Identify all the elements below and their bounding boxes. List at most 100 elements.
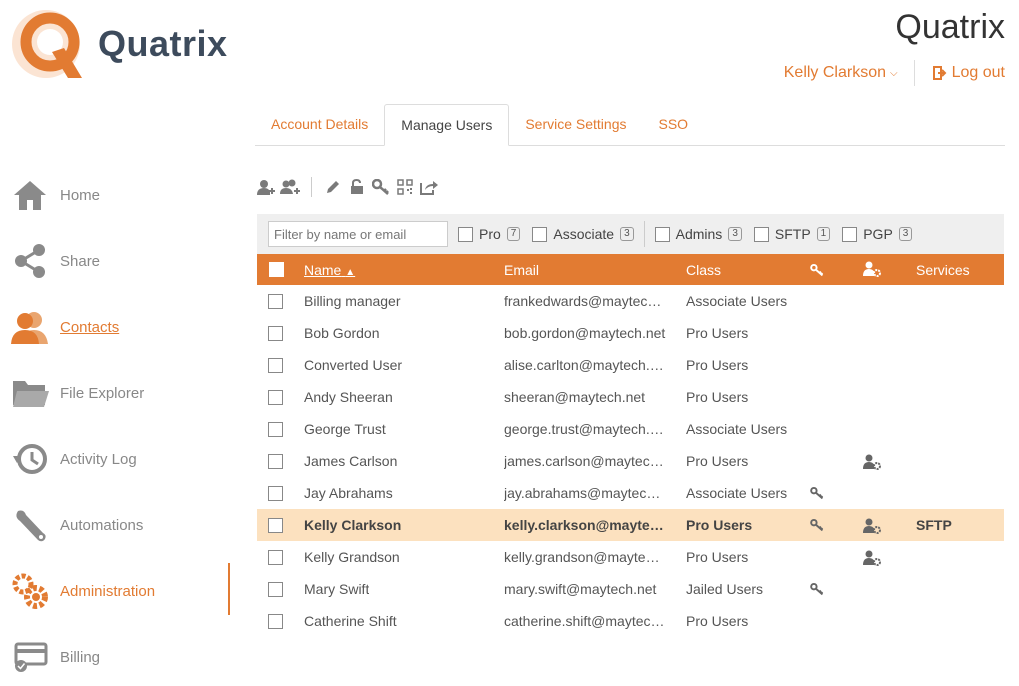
divider: [913, 60, 915, 86]
table-row[interactable]: Catherine Shift catherine.shift@maytech.n…: [257, 605, 1004, 637]
column-class-header[interactable]: Class: [686, 262, 721, 278]
tab-sso[interactable]: SSO: [643, 104, 705, 146]
user-gear-icon: [863, 454, 881, 473]
sidebar-item-administration[interactable]: Administration: [0, 558, 230, 624]
tab-account-details[interactable]: Account Details: [255, 104, 384, 146]
row-checkbox[interactable]: [268, 326, 283, 341]
column-admin-header[interactable]: [863, 259, 881, 280]
column-services-header[interactable]: Services: [916, 262, 970, 278]
table-row[interactable]: Bob Gordon bob.gordon@maytech.net Pro User…: [257, 317, 1004, 349]
checkbox[interactable]: [458, 226, 473, 242]
filter-pgp[interactable]: PGP 3: [842, 226, 913, 242]
tab-manage-users[interactable]: Manage Users: [384, 104, 510, 146]
user-name-cell: Kelly Grandson: [304, 549, 400, 565]
user-name-cell: Jay Abrahams: [304, 485, 393, 501]
user-class-cell: Pro Users: [686, 453, 749, 469]
sidebar-item-automations[interactable]: Automations: [0, 492, 230, 558]
filter-pro[interactable]: Pro 7: [458, 226, 521, 242]
row-checkbox[interactable]: [268, 294, 283, 309]
key-icon: [810, 582, 824, 599]
user-class-cell: Pro Users: [686, 357, 749, 373]
row-checkbox[interactable]: [268, 582, 283, 597]
sidebar-item-file-explorer[interactable]: File Explorer: [0, 360, 230, 426]
user-email-cell: kelly.grandson@maytech.net: [504, 549, 666, 565]
row-checkbox[interactable]: [268, 422, 283, 437]
quatrix-logo-icon: [12, 8, 88, 80]
table-row[interactable]: James Carlson james.carlson@maytech.net Pr…: [257, 445, 1004, 477]
logout-label: Log out: [951, 64, 1005, 81]
share-user-button[interactable]: [418, 176, 440, 198]
table-row[interactable]: Mary Swift mary.swift@maytech.net Jailed U…: [257, 573, 1004, 605]
column-key-header[interactable]: [810, 260, 824, 280]
filter-sftp[interactable]: SFTP 1: [753, 226, 831, 242]
user-menu[interactable]: Kelly Clarkson ⌵: [784, 64, 914, 82]
sidebar-item-share[interactable]: Share: [0, 228, 230, 294]
unlock-icon: [351, 179, 363, 194]
row-checkbox[interactable]: [268, 518, 283, 533]
logout-icon: [932, 66, 947, 80]
sidebar-item-billing[interactable]: Billing: [0, 624, 230, 686]
table-row[interactable]: Kelly Grandson kelly.grandson@maytech.net…: [257, 541, 1004, 573]
sidebar-item-contacts[interactable]: Contacts: [0, 294, 230, 360]
key-icon: [372, 179, 389, 195]
column-email-header[interactable]: Email: [504, 262, 539, 278]
billing-icon: [0, 637, 60, 677]
row-checkbox[interactable]: [268, 358, 283, 373]
checkbox[interactable]: [654, 226, 670, 242]
column-name-header[interactable]: Name ▲: [304, 262, 355, 278]
table-row[interactable]: Billing manager frankedwards@maytech.net A…: [257, 285, 1004, 317]
history-icon: [0, 439, 60, 479]
tab-service-settings[interactable]: Service Settings: [509, 104, 642, 146]
sidebar-item-label: Share: [60, 252, 101, 270]
unlock-user-button[interactable]: [346, 176, 368, 198]
share-icon: [0, 241, 60, 281]
table-row[interactable]: Kelly Clarkson kelly.clarkson@maytech.net…: [257, 509, 1004, 541]
add-users-button[interactable]: [279, 176, 301, 198]
table-row[interactable]: Converted User alise.carlton@maytech.net P…: [257, 349, 1004, 381]
user-gear-icon: [863, 550, 881, 569]
edit-user-button[interactable]: [322, 176, 344, 198]
user-email-cell: alise.carlton@maytech.net: [504, 357, 666, 373]
user-bar: Kelly Clarkson ⌵ Log out: [784, 60, 1005, 86]
table-row[interactable]: Jay Abrahams jay.abrahams@maytech.net Asso…: [257, 477, 1004, 509]
filter-associate[interactable]: Associate 3: [532, 226, 634, 242]
sidebar-item-label: Administration: [60, 582, 156, 600]
row-checkbox[interactable]: [268, 454, 283, 469]
user-class-cell: Pro Users: [686, 517, 753, 533]
add-user-button[interactable]: [255, 176, 277, 198]
column-label: Name: [304, 261, 342, 278]
qr-code-button[interactable]: [394, 176, 416, 198]
user-email-cell: kelly.clarkson@maytech.net: [504, 517, 666, 533]
table-row[interactable]: Andy Sheeran sheeran@maytech.net Pro Users: [257, 381, 1004, 413]
user-name-cell: Mary Swift: [304, 581, 370, 597]
filter-input[interactable]: [268, 221, 448, 247]
row-checkbox[interactable]: [268, 486, 283, 501]
row-checkbox[interactable]: [268, 550, 283, 565]
checkbox[interactable]: [532, 226, 548, 242]
sort-asc-icon: ▲: [345, 266, 356, 278]
contacts-icon: [0, 307, 60, 347]
sidebar-item-activity-log[interactable]: Activity Log: [0, 426, 230, 492]
user-email-cell: frankedwards@maytech.net: [504, 293, 666, 309]
checkbox[interactable]: [842, 226, 858, 242]
row-checkbox[interactable]: [268, 390, 283, 405]
filter-admins[interactable]: Admins 3: [654, 226, 742, 242]
user-gear-icon: [863, 518, 881, 537]
user-class-cell: Pro Users: [686, 325, 749, 341]
reset-password-button[interactable]: [370, 176, 392, 198]
filter-label: Pro: [479, 226, 501, 242]
filter-bar: Pro 7 Associate 3 Admins 3 SFTP 1 PGP 3: [257, 214, 1004, 254]
select-all-checkbox[interactable]: [269, 262, 284, 277]
folder-icon: [0, 373, 60, 413]
logo[interactable]: Quatrix: [12, 8, 228, 80]
user-class-cell: Pro Users: [686, 613, 749, 629]
sidebar-item-label: File Explorer: [60, 384, 145, 402]
sidebar-item-home[interactable]: Home: [0, 162, 230, 228]
filter-divider: [643, 221, 645, 247]
add-user-icon: [257, 180, 275, 195]
checkbox[interactable]: [753, 226, 769, 242]
table-row[interactable]: George Trust george.trust@maytech.net Asso…: [257, 413, 1004, 445]
row-checkbox[interactable]: [268, 614, 283, 629]
logout-link[interactable]: Log out: [932, 64, 1005, 82]
home-icon: [0, 175, 60, 215]
